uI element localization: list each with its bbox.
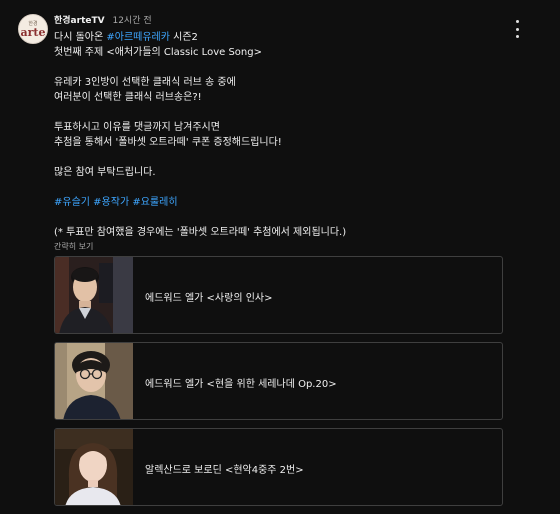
option-thumbnail <box>55 429 133 505</box>
post-time[interactable]: 12시간 전 <box>112 16 151 26</box>
poll-option[interactable]: 알렉산드로 보로딘 <현악4중주 2번> <box>54 428 503 506</box>
poll-option[interactable]: 에드워드 엘가 <현을 위한 세레나데 Op.20> <box>54 342 503 420</box>
post-line-1: 다시 돌아온 #아르떼유레카 시즌2 <box>54 32 198 43</box>
post-line-3: 유레카 3인방이 선택한 클래식 러브 송 중에 <box>54 77 236 88</box>
poll-option[interactable]: 에드워드 엘가 <사랑의 인사> <box>54 256 503 334</box>
post-header: 한경arteTV 12시간 전 <box>54 14 152 28</box>
option-label: 에드워드 엘가 <사랑의 인사> <box>145 293 273 304</box>
option-label: 에드워드 엘가 <현을 위한 세레나데 Op.20> <box>145 379 337 390</box>
option-thumbnail <box>55 257 133 333</box>
hashtag-link[interactable]: #아르떼유레카 <box>106 32 170 43</box>
post-line-7: 많은 참여 부탁드립니다. <box>54 167 156 178</box>
hashtag-link[interactable]: #유슬기 <box>54 197 90 208</box>
option-thumbnail <box>55 343 133 419</box>
post-line-2: 첫번째 주제 <애처가들의 Classic Love Song> <box>54 47 262 58</box>
option-label: 알렉산드로 보로딘 <현악4중주 2번> <box>145 465 304 476</box>
post-line-4: 여러분이 선택한 클래식 러브송은?! <box>54 92 202 103</box>
channel-name[interactable]: 한경arteTV <box>54 16 105 26</box>
avatar-text-big: arte <box>20 25 46 39</box>
hashtag-link[interactable]: #용작가 <box>93 197 129 208</box>
post-notice: (* 투표만 참여했을 경우에는 '폴바셋 오트라떼' 추첨에서 제외됩니다.) <box>54 227 347 238</box>
post-line-6: 추첨을 통해서 '폴바셋 오트라떼' 쿠폰 증정해드립니다! <box>54 137 282 148</box>
channel-avatar[interactable]: 한경 arte <box>18 14 48 44</box>
hashtag-row: #유슬기 #용작가 #요룰레히 <box>54 195 524 210</box>
post-body: 다시 돌아온 #아르떼유레카 시즌2 첫번째 주제 <애처가들의 Classic… <box>54 30 524 271</box>
hashtag-link[interactable]: #요룰레히 <box>132 197 177 208</box>
read-less-link[interactable]: 간략히 보기 <box>54 241 524 253</box>
post-line-5: 투표하시고 이유를 댓글까지 남겨주시면 <box>54 122 220 133</box>
